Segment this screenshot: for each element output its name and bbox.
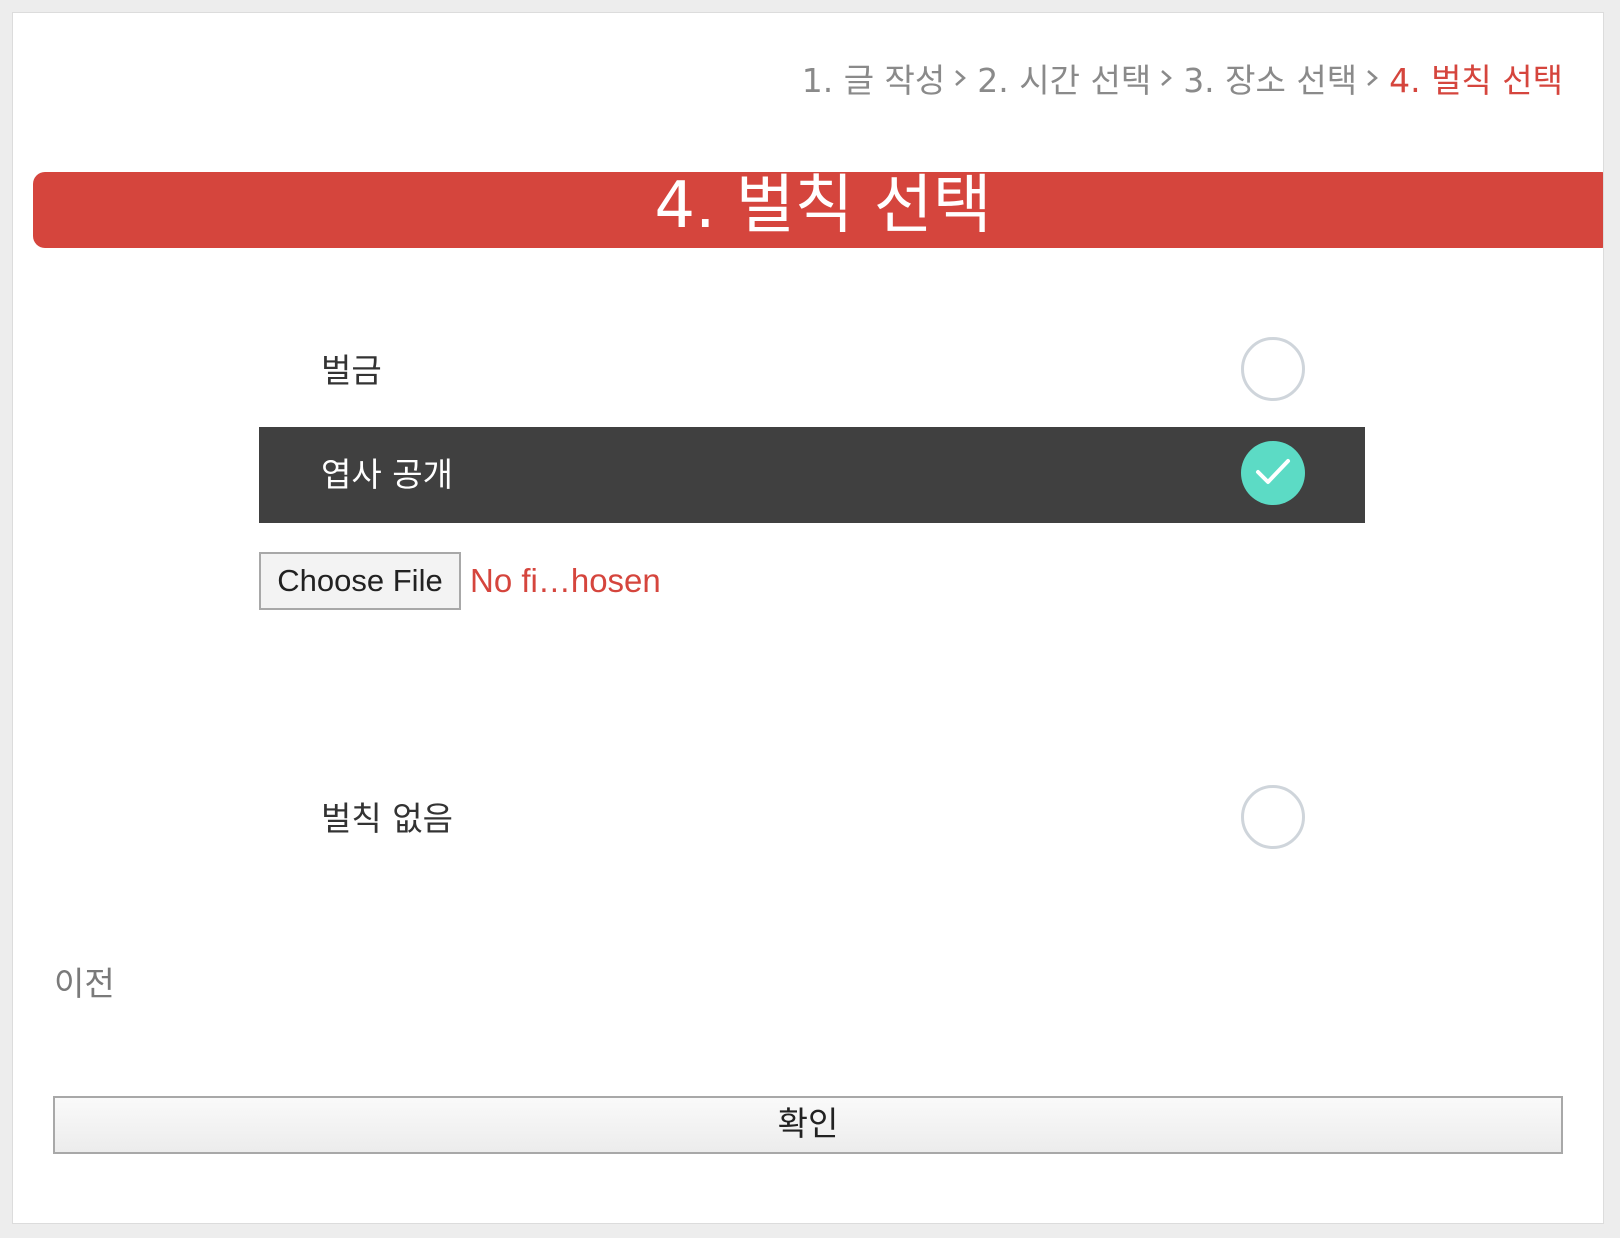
chevron-right-icon — [955, 70, 967, 86]
radio-unchecked-icon[interactable] — [1241, 337, 1305, 401]
breadcrumb-step-place[interactable]: 3. 장소 선택 — [1183, 54, 1357, 102]
page-container: 1. 글 작성 2. 시간 선택 3. 장소 선택 4. 벌칙 선택 4. 벌칙… — [12, 12, 1604, 1224]
prev-link[interactable]: 이전 — [54, 957, 115, 1005]
radio-unchecked-icon[interactable] — [1241, 785, 1305, 849]
file-upload-row: Choose File No fi…hosen — [259, 552, 661, 610]
option-fine[interactable]: 벌금 — [259, 323, 1365, 419]
option-label: 엽사 공개 — [321, 455, 453, 494]
breadcrumb-step-write[interactable]: 1. 글 작성 — [802, 54, 946, 102]
checkmark-icon[interactable] — [1241, 441, 1305, 505]
option-label: 벌칙 없음 — [321, 799, 453, 838]
option-photo-reveal[interactable]: 엽사 공개 — [259, 427, 1365, 523]
breadcrumb-step-time[interactable]: 2. 시간 선택 — [977, 54, 1151, 102]
choose-file-button[interactable]: Choose File — [259, 552, 461, 610]
breadcrumb: 1. 글 작성 2. 시간 선택 3. 장소 선택 4. 벌칙 선택 — [802, 53, 1563, 103]
page-title: 4. 벌칙 선택 — [654, 169, 992, 243]
file-status-text: No fi…hosen — [470, 562, 661, 599]
confirm-button[interactable]: 확인 — [53, 1096, 1563, 1154]
option-label: 벌금 — [321, 351, 382, 390]
page-title-banner: 4. 벌칙 선택 — [33, 169, 1603, 248]
breadcrumb-step-penalty: 4. 벌칙 선택 — [1389, 61, 1563, 100]
check-glyph — [1256, 459, 1290, 484]
chevron-right-icon — [1367, 70, 1378, 86]
option-no-penalty[interactable]: 벌칙 없음 — [259, 771, 1365, 867]
chevron-right-icon — [1161, 70, 1173, 86]
